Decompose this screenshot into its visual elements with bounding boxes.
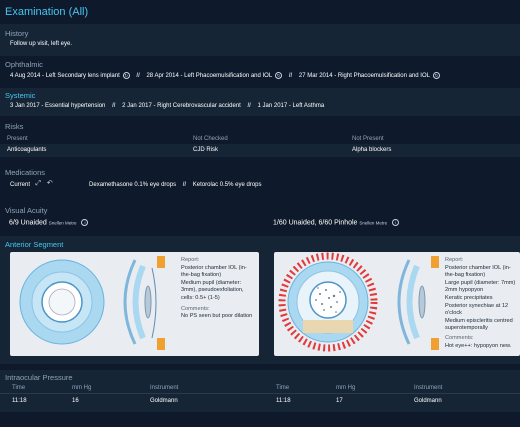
left-report-line: Posterior synechiae at 12 — [445, 302, 509, 309]
right-report-line: cells: 0.5+ (1-5) — [181, 294, 220, 301]
left-comments-label: Comments: — [445, 334, 474, 341]
left-report: Report: Posterior chamber IOL (in- the-b… — [445, 257, 519, 350]
iop-right-mmhg: 16 — [72, 398, 79, 404]
va-right: 6/9 Unaided Snellen Metre i — [9, 219, 89, 227]
systemic-list: 3 Jan 2017 - Essential hypertension // 2… — [0, 103, 324, 109]
va-right-unit: Snellen Metre — [48, 220, 77, 226]
iop-section: Intraocular Pressure Time mm Hg Instrume… — [0, 370, 520, 412]
page-title: Examination (All) — [5, 6, 89, 18]
risks-col-present: Present — [7, 136, 28, 142]
info-icon[interactable]: i — [392, 219, 400, 226]
left-report-label: Report: — [445, 257, 464, 263]
info-icon[interactable]: i — [81, 219, 89, 226]
anterior-left-card: Report: Posterior chamber IOL (in- the-b… — [274, 252, 520, 356]
systemic-header: Systemic — [5, 91, 36, 100]
rotate-icon[interactable]: ↻ — [432, 72, 440, 79]
iop-header: Intraocular Pressure — [5, 373, 73, 382]
va-right-value: 6/9 Unaided — [9, 219, 47, 227]
medications-section: Medications Current ⤢ ↶ Dexamethasone 0.… — [0, 165, 520, 199]
anterior-segment-header: Anterior Segment — [5, 240, 64, 249]
right-report-line: Medium pupil (diameter: — [181, 279, 242, 286]
separator: // — [112, 103, 116, 109]
anterior-segment-section: Anterior Segment Report: Posterior chamb… — [0, 236, 520, 364]
left-report-line: superotemporally — [445, 325, 488, 332]
undo-icon[interactable]: ↶ — [46, 180, 53, 188]
right-comments-label: Comments: — [181, 305, 210, 312]
iop-right-instrument: Goldmann — [150, 398, 178, 404]
risks-col-not-present: Not Present — [352, 136, 384, 142]
right-eye-drawing — [19, 256, 165, 350]
right-report-line: the-bag fixation) — [181, 272, 222, 279]
ophthalmic-item: 4 Aug 2014 - Left Secondary lens implant — [10, 73, 120, 80]
anterior-right-card: Report: Posterior chamber IOL (in- the-b… — [10, 252, 259, 356]
right-report-line: Posterior chamber IOL (in- — [181, 264, 247, 271]
right-report-label: Report: — [181, 257, 200, 263]
history-text: Follow up visit, left eye. — [10, 41, 73, 47]
va-left: 1/60 Unaided, 6/60 Pinhole Snellen Metre… — [273, 219, 400, 227]
ophthalmic-item: 28 Apr 2014 - Left Phacoemulsification a… — [146, 73, 273, 80]
right-report: Report: Posterior chamber IOL (in- the-b… — [181, 257, 257, 321]
iop-left-mmhg: 17 — [336, 398, 343, 404]
medications-header: Medications — [5, 168, 46, 177]
rotate-icon[interactable]: ↻ — [122, 72, 130, 79]
ophthalmic-section: Ophthalmic 4 Aug 2014 - Left Secondary l… — [0, 58, 520, 86]
iop-col-mmhg: mm Hg — [336, 385, 356, 391]
left-report-line: the-bag fixation) — [445, 272, 486, 279]
expand-icon[interactable]: ⤢ — [35, 180, 42, 188]
ophthalmic-header: Ophthalmic — [5, 60, 43, 69]
risk-not-present: Alpha blockers — [352, 147, 392, 153]
iop-col-instrument: Instrument — [150, 385, 179, 391]
divider — [0, 393, 520, 394]
va-left-unit: Snellen Metre — [359, 220, 388, 226]
left-report-line: o'clock — [445, 310, 462, 317]
risks-section: Risks Present Not Checked Not Present An… — [0, 119, 520, 159]
medication-item: Dexamethasone 0.1% eye drops — [89, 182, 177, 189]
iop-left-instrument: Goldmann — [414, 398, 442, 404]
iop-col-mmhg: mm Hg — [72, 385, 92, 391]
systemic-item: 2 Jan 2017 - Right Cerebrovascular accid… — [122, 103, 241, 109]
left-report-line: Posterior chamber IOL (in- — [445, 264, 511, 271]
iop-col-time: Time — [276, 385, 290, 391]
left-comments: Hot eye++: hypopyon new. — [445, 342, 512, 349]
risks-col-not-checked: Not Checked — [193, 136, 228, 142]
separator: // — [136, 73, 140, 80]
left-report-line: 2mm hypopyon — [445, 287, 484, 294]
iop-col-instrument: Instrument — [414, 385, 443, 391]
left-report-line: Keratic precipitates — [445, 294, 493, 301]
medications-list: Current ⤢ ↶ Dexamethasone 0.1% eye drops… — [0, 180, 262, 189]
ophthalmic-item: 27 Mar 2014 - Right Phacoemulsification … — [298, 73, 430, 80]
visual-acuity-section: Visual Acuity 6/9 Unaided Snellen Metre … — [0, 203, 520, 233]
iop-left-time: 11:18 — [276, 398, 291, 404]
medication-item: Ketorolac 0.5% eye drops — [192, 182, 262, 189]
risks-row: Anticoagulants CJD Risk Alpha blockers — [0, 144, 520, 157]
separator: // — [288, 73, 293, 80]
systemic-item: 1 Jan 2017 - Left Asthma — [257, 103, 325, 109]
right-comments: No PS seen but poor dilation — [181, 313, 253, 320]
rotate-icon[interactable]: ↻ — [275, 72, 283, 79]
separator: // — [247, 103, 251, 109]
separator: // — [182, 182, 187, 189]
va-left-value: 1/60 Unaided, 6/60 Pinhole — [273, 219, 358, 227]
risk-present: Anticoagulants — [7, 147, 47, 153]
systemic-item: 3 Jan 2017 - Essential hypertension — [10, 103, 106, 109]
risk-not-checked: CJD Risk — [193, 147, 218, 153]
risks-header: Risks — [5, 122, 24, 131]
iop-col-time: Time — [12, 385, 26, 391]
left-report-line: Medium episcleritis centred — [445, 317, 513, 324]
history-header: History — [5, 29, 29, 38]
history-section: History Follow up visit, left eye. — [0, 24, 520, 56]
iop-right-time: 11:18 — [12, 398, 27, 404]
ophthalmic-list: 4 Aug 2014 - Left Secondary lens implant… — [0, 72, 440, 79]
visual-acuity-header: Visual Acuity — [5, 206, 48, 215]
right-report-line: 3mm), pseudoexfoliation, — [181, 287, 244, 294]
left-eye-drawing — [278, 252, 439, 352]
systemic-section: Systemic 3 Jan 2017 - Essential hyperten… — [0, 88, 520, 116]
current-label: Current — [10, 182, 31, 189]
left-report-line: Large pupil (diameter: 7mm) — [445, 279, 516, 286]
